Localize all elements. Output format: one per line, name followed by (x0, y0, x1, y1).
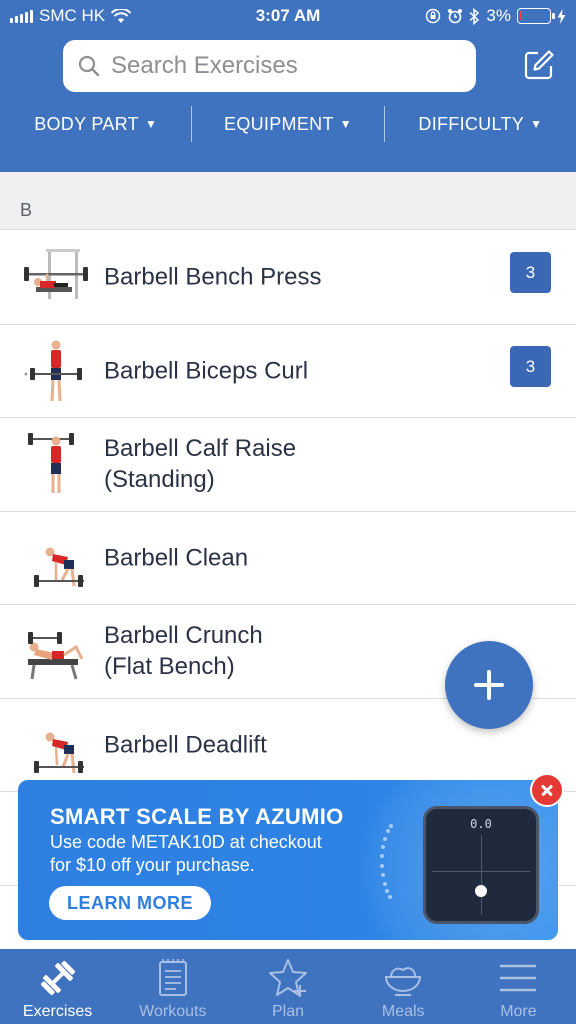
tab-label: Plan (271, 1003, 305, 1020)
exercise-name: Barbell Bench Press (104, 263, 322, 291)
section-header: B (0, 172, 576, 230)
battery-percent: 3% (486, 6, 511, 25)
bench-press-thumbnail (24, 249, 88, 299)
deadlift-thumbnail (34, 732, 84, 773)
filter-body-part[interactable]: BODY PART ▼ (0, 114, 191, 135)
search-bar[interactable] (63, 40, 476, 92)
filter-difficulty[interactable]: DIFFICULTY ▼ (385, 114, 576, 135)
exercise-row[interactable]: Barbell Calf Raise (Standing) (0, 418, 576, 512)
tab-label: Exercises (22, 1003, 93, 1020)
smart-scale-image: 0.0 (423, 806, 539, 924)
section-letter: B (20, 200, 33, 220)
clean-thumbnail (34, 547, 84, 587)
crunch-thumbnail (28, 632, 84, 680)
search-input[interactable] (111, 52, 441, 80)
ad-text-line-2: for $10 off your purchase. (50, 855, 255, 875)
caret-down-icon: ▼ (530, 116, 543, 131)
search-icon (78, 55, 100, 77)
dumbbell-icon (40, 960, 75, 996)
ad-dot (383, 836, 388, 841)
bowl-icon (385, 967, 422, 996)
bluetooth-icon (469, 7, 480, 25)
tab-label: Meals (381, 1003, 425, 1020)
tab-workouts[interactable]: Workouts (115, 949, 230, 1024)
add-exercise-button[interactable] (445, 641, 533, 729)
hamburger-menu-icon (500, 964, 537, 992)
ad-text-line-1: Use code METAK10D at checkout (50, 832, 322, 852)
ad-title: SMART SCALE BY AZUMIO (50, 804, 344, 829)
tab-plan[interactable]: Plan (230, 949, 345, 1024)
exercise-name: Barbell Crunch (Flat Bench) (104, 622, 263, 681)
charging-bolt-icon (557, 8, 566, 24)
bottom-tab-bar: Exercises Workouts Plan Meals More (0, 949, 576, 1024)
exercise-name: Barbell Clean (104, 544, 249, 572)
biceps-curl-thumbnail (24, 340, 82, 401)
battery-icon (517, 8, 555, 24)
filter-bar: BODY PART ▼ EQUIPMENT ▼ DIFFICULTY ▼ (0, 104, 576, 144)
calf-raise-thumbnail (28, 433, 74, 493)
ad-dot (380, 872, 385, 877)
close-ad-icon[interactable] (530, 773, 564, 807)
ad-dot (389, 823, 393, 828)
count-badge: 3 (510, 345, 551, 387)
compose-edit-icon[interactable] (522, 48, 556, 82)
notepad-icon (158, 959, 187, 996)
status-bar: SMC HK 3:07 AM 3% (0, 0, 576, 34)
caret-down-icon: ▼ (144, 116, 158, 131)
count-badge: 3 (510, 252, 551, 293)
learn-more-button[interactable]: LEARN MORE (49, 886, 211, 920)
exercise-row[interactable]: Barbell Biceps Curl 3 (0, 324, 576, 418)
scale-readout: 0.0 (470, 817, 492, 831)
filter-equipment[interactable]: EQUIPMENT ▼ (192, 114, 383, 135)
caret-down-icon: ▼ (339, 116, 352, 131)
tab-label: Workouts (139, 1003, 207, 1020)
tab-more[interactable]: More (461, 949, 576, 1024)
exercise-row[interactable]: Barbell Clean (0, 511, 576, 605)
exercise-name: Barbell Deadlift (104, 731, 267, 759)
tab-meals[interactable]: Meals (346, 949, 461, 1024)
exercise-name: Barbell Biceps Curl (104, 357, 309, 385)
ad-banner[interactable]: SMART SCALE BY AZUMIO Use code METAK10D … (18, 780, 558, 940)
tab-label: More (500, 1003, 537, 1020)
tab-exercises[interactable]: Exercises (0, 949, 115, 1024)
star-plus-icon (269, 959, 307, 997)
ad-dot (382, 881, 387, 886)
exercise-row[interactable]: Barbell Bench Press 3 (0, 231, 576, 325)
rotation-lock-icon (426, 8, 441, 24)
alarm-icon (448, 9, 463, 24)
top-header: SMC HK 3:07 AM 3% Search Exercises BODY … (0, 0, 576, 172)
ad-dot (380, 863, 385, 868)
exercise-name: Barbell Calf Raise (Standing) (104, 435, 297, 494)
